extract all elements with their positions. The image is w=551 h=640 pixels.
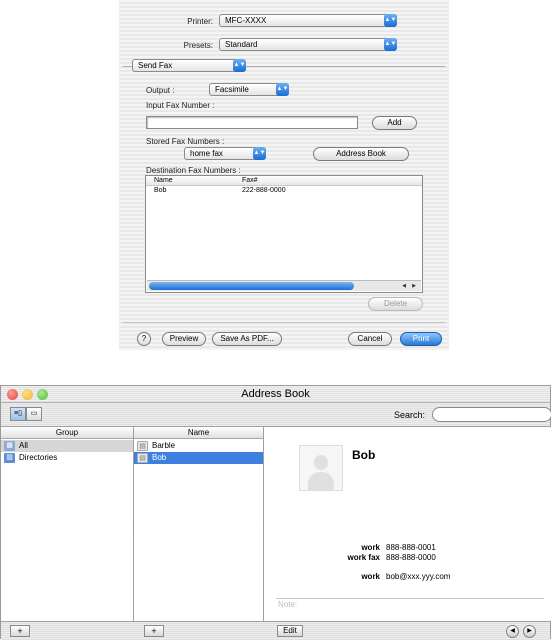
name-column-header: Name [134,427,263,439]
search-input[interactable] [432,407,551,422]
printer-value: MFC-XXXX [225,16,267,25]
group-item-directories[interactable]: ▥ Directories [1,452,133,464]
field-value-work-fax[interactable]: 888-888-0000 [386,553,436,562]
output-label: Output : [146,86,175,95]
group-column-header: Group [1,427,133,439]
card-view-icon[interactable]: ▭ [26,407,42,421]
photo-head [314,455,328,470]
group-item-all[interactable]: ▦ All [1,440,133,452]
group-item-label: Directories [19,453,58,462]
person-card-icon: ▤ [137,441,148,451]
output-popup[interactable]: Facsimile ▲▼ [209,83,289,96]
field-value-work-email[interactable]: bob@xxx.yyy.com [386,572,450,581]
stored-fax-value: home fax [190,149,223,158]
help-icon[interactable]: ? [137,332,151,346]
field-label-work-email: work [361,572,380,581]
directory-icon: ▥ [4,453,15,463]
cancel-button[interactable]: Cancel [348,332,392,346]
output-value: Facsimile [215,85,249,94]
add-button[interactable]: Add [372,116,417,130]
group-icon: ▦ [4,441,15,451]
delete-button[interactable]: Delete [368,297,423,311]
column-header-fax: Fax# [242,177,258,184]
add-group-button[interactable]: + [10,625,30,637]
destination-table[interactable]: Name Fax# Bob 222-888-0000 ◀ ▶ [145,175,423,293]
scroll-thumb[interactable] [149,282,354,290]
presets-label: Presets: [183,41,213,50]
row-name: Bob [154,187,167,194]
name-item-label: Bob [152,453,167,462]
table-row[interactable]: Bob 222-888-0000 [146,186,422,196]
window-title: Address Book [241,388,310,400]
print-dialog: Printer: MFC-XXXX ▲▼ Presets: Standard ▲… [119,0,449,350]
horizontal-scrollbar[interactable]: ◀ ▶ [147,280,421,291]
contact-name: Bob [352,448,376,462]
name-item-barble[interactable]: ▤ Barble [134,440,263,452]
stored-fax-label: Stored Fax Numbers : [146,137,225,146]
preview-button[interactable]: Preview [162,332,206,346]
stored-fax-popup[interactable]: home fax ▲▼ [184,147,266,160]
column-header-name: Name [154,177,173,184]
print-button[interactable]: Print [400,332,442,346]
name-item-bob[interactable]: ▤ Bob [134,452,263,464]
note-divider [276,598,544,599]
back-arrow-icon[interactable]: ◀ [506,625,519,638]
toolbar: ≡▯ ▭ Search: [1,403,551,427]
photo-placeholder-icon[interactable] [299,445,343,491]
popup-arrow-icon: ▲▼ [233,59,246,72]
column-view-icon[interactable]: ≡▯ [10,407,26,421]
address-book-button[interactable]: Address Book [313,147,409,161]
panel-value: Send Fax [138,61,173,70]
presets-popup[interactable]: Standard ▲▼ [219,38,397,51]
field-value-work-phone[interactable]: 888-888-0001 [386,543,436,552]
title-bar[interactable]: Address Book [1,386,550,403]
panel-popup[interactable]: Send Fax ▲▼ [132,59,246,72]
address-book-window: Address Book ≡▯ ▭ Search: Group ▦ All ▥ … [0,385,551,640]
name-column: Name ▤ Barble ▤ Bob [134,427,266,621]
popup-arrow-icon: ▲▼ [384,14,397,27]
destination-label: Destination Fax Numbers : [146,166,241,175]
printer-popup[interactable]: MFC-XXXX ▲▼ [219,14,397,27]
forward-arrow-icon[interactable]: ▶ [523,625,536,638]
edit-button[interactable]: Edit [277,625,303,637]
printer-label: Printer: [187,17,213,26]
scroll-right-arrow-icon[interactable]: ▶ [409,282,419,290]
input-fax-field[interactable] [146,116,358,129]
save-as-pdf-button[interactable]: Save As PDF... [212,332,282,346]
table-header: Name Fax# [146,176,422,186]
search-label: Search: [394,410,426,420]
separator [123,322,445,323]
photo-body [308,472,334,490]
contact-card: Bob work 888-888-0001 work fax 888-888-0… [264,427,551,621]
group-column: Group ▦ All ▥ Directories [1,427,136,621]
bottom-bar: + + Edit ◀ ▶ [1,621,550,640]
group-item-label: All [19,441,28,450]
field-label-work-fax: work fax [347,553,380,562]
popup-arrow-icon: ▲▼ [276,83,289,96]
presets-value: Standard [225,40,258,49]
row-fax: 222-888-0000 [242,187,286,194]
name-item-label: Barble [152,441,176,450]
popup-arrow-icon: ▲▼ [253,147,266,160]
popup-arrow-icon: ▲▼ [384,38,397,51]
scroll-left-arrow-icon[interactable]: ◀ [399,282,409,290]
add-person-button[interactable]: + [144,625,164,637]
field-label-work-phone: work [361,543,380,552]
person-card-icon: ▤ [137,453,148,463]
input-fax-label: Input Fax Number : [146,101,215,110]
note-field[interactable]: Note: [278,600,297,609]
